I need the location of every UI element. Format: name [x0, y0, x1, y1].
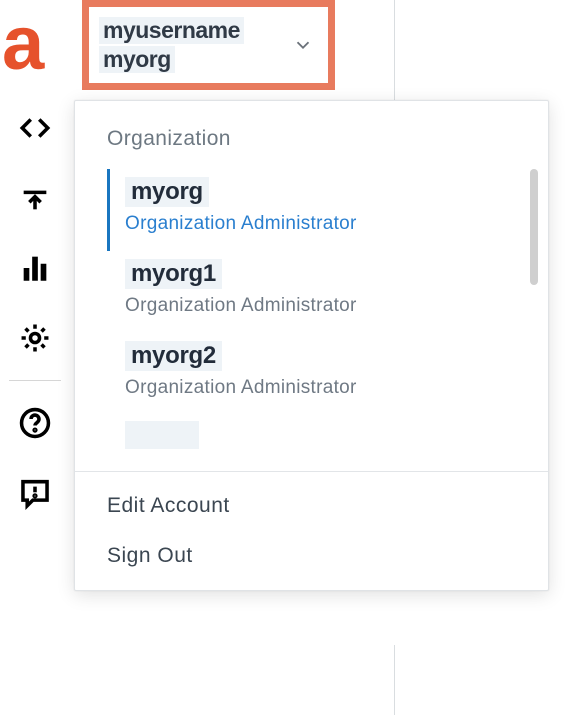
org-role: Organization Administrator: [125, 295, 534, 317]
org-list: myorg Organization Administrator myorg1 …: [75, 169, 548, 471]
edit-account-link[interactable]: Edit Account: [75, 472, 548, 540]
org-item-myorg[interactable]: myorg Organization Administrator: [107, 169, 548, 251]
dropdown-section-title: Organization: [75, 101, 548, 169]
sidebar-divider: [9, 380, 61, 381]
chart-icon[interactable]: [17, 250, 53, 286]
ghost-block: [125, 421, 199, 449]
logo: a: [2, 6, 44, 82]
gear-icon[interactable]: [17, 320, 53, 356]
org-name: myorg2: [125, 341, 222, 371]
sidebar-nav: [0, 100, 70, 511]
account-switcher[interactable]: myusername myorg: [82, 0, 335, 90]
account-switcher-text: myusername myorg: [99, 17, 292, 73]
org-item-partial: [107, 415, 548, 457]
code-icon[interactable]: [17, 110, 53, 146]
org-role: Organization Administrator: [125, 377, 534, 399]
org-item-myorg2[interactable]: myorg2 Organization Administrator: [107, 333, 548, 415]
help-icon[interactable]: [17, 405, 53, 441]
upload-icon[interactable]: [17, 180, 53, 216]
org-name: myorg: [125, 177, 209, 207]
header-divider-bottom: [394, 645, 395, 715]
header-divider: [394, 0, 395, 100]
chevron-down-icon: [292, 34, 318, 56]
scrollbar[interactable]: [530, 169, 538, 285]
sign-out-link[interactable]: Sign Out: [75, 540, 548, 590]
feedback-icon[interactable]: [17, 475, 53, 511]
org-name: myorg1: [125, 259, 222, 289]
org-role: Organization Administrator: [125, 213, 534, 235]
current-org: myorg: [99, 46, 175, 73]
current-username: myusername: [99, 17, 244, 44]
org-item-myorg1[interactable]: myorg1 Organization Administrator: [107, 251, 548, 333]
account-dropdown: Organization myorg Organization Administ…: [74, 100, 549, 591]
